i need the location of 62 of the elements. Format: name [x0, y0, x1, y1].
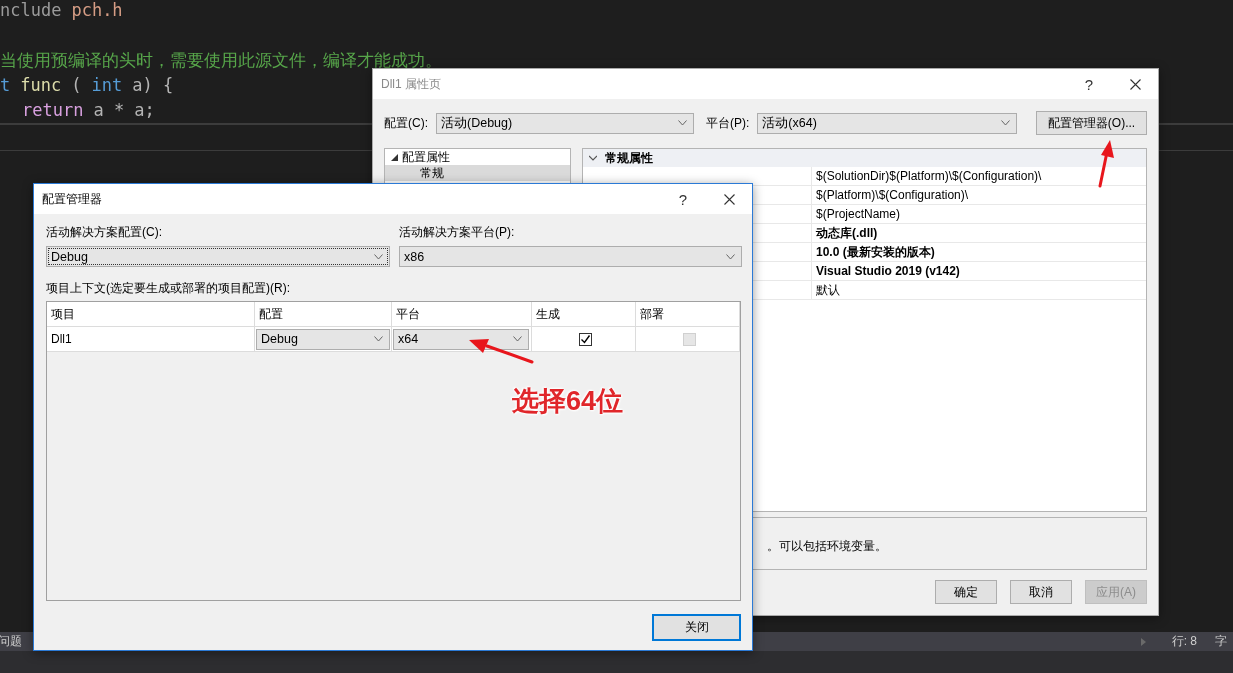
column-header: 配置 [255, 302, 392, 326]
code-token: t [0, 74, 11, 97]
property-value: Visual Studio 2019 (v142) [811, 262, 1146, 280]
column-header: 平台 [392, 302, 532, 326]
close-icon[interactable] [723, 193, 735, 205]
help-button[interactable]: ? [660, 190, 706, 208]
property-value: $(SolutionDir)$(Platform)\$(Configuration)\ [811, 167, 1146, 185]
code-token: int [91, 74, 123, 97]
solution-config-label: 活动解决方案配置(C): [46, 224, 163, 241]
solution-config-dropdown[interactable]: Debug [46, 246, 390, 267]
config-manager-button[interactable]: 配置管理器(O)... [1036, 111, 1147, 135]
chevron-icon [589, 154, 597, 162]
column-header: 部署 [636, 302, 740, 326]
solution-platform-dropdown[interactable]: x86 [399, 246, 742, 267]
table-cell: Dll1 [47, 327, 255, 351]
config-dropdown[interactable]: 活动(Debug) [436, 112, 694, 134]
tree-item[interactable]: 常规 [385, 165, 570, 181]
code-token: nclude [0, 0, 62, 22]
property-value: $(ProjectName) [811, 205, 1146, 223]
chevron-down-icon [374, 253, 383, 260]
arrow-icon [467, 336, 535, 366]
property-value: 动态库(.dll) [811, 224, 1146, 242]
chevron-down-icon [726, 253, 735, 260]
window-title: 配置管理器 [42, 190, 103, 208]
build-checkbox[interactable] [579, 332, 592, 346]
code-token: func [20, 74, 62, 97]
triangle-icon [1140, 637, 1146, 646]
chevron-down-icon [374, 336, 383, 342]
code-token: return [22, 99, 84, 122]
chevron-down-icon [1001, 120, 1011, 126]
config-label: 配置(C): [384, 114, 428, 132]
column-header: 项目 [47, 302, 255, 326]
code-token: ( [71, 74, 82, 97]
platform-dropdown[interactable]: 活动(x64) [757, 112, 1018, 134]
chevron-down-icon [678, 120, 687, 126]
config-dropdown[interactable]: Debug [256, 328, 390, 350]
tree-item[interactable]: 配置属性 [385, 149, 570, 165]
code-token: 当使用预编译的头时，需要使用此源文件，编译才能成功。 [0, 49, 442, 72]
line-number-text: 行: 8 [1171, 633, 1197, 650]
expand-icon [391, 153, 398, 161]
code-token: a * a; [93, 99, 155, 122]
platform-label: 平台(P): [706, 114, 750, 132]
close-icon[interactable] [1129, 78, 1141, 90]
chevron-down-icon [513, 336, 522, 342]
property-value: $(Platform)\$(Configuration)\ [811, 186, 1146, 204]
solution-platform-label: 活动解决方案平台(P): [399, 224, 516, 241]
annotation-text: 选择64位 [512, 385, 624, 418]
platform-dropdown[interactable]: x64 [393, 328, 529, 350]
context-label: 项目上下文(选定要生成或部署的项目配置)(R): [46, 280, 291, 297]
property-value: 默认 [811, 281, 1146, 299]
dialog-button[interactable]: 确定 [935, 580, 997, 604]
property-value: 10.0 (最新安装的版本) [811, 243, 1146, 261]
column-header: 生成 [532, 302, 636, 326]
close-dialog-button[interactable]: 关闭 [652, 614, 741, 641]
category-header[interactable]: 常规属性 [583, 149, 1146, 167]
window-title: Dll1 属性页 [381, 75, 442, 93]
code-token: a) { [132, 74, 174, 97]
column-text: 字 [1215, 633, 1227, 650]
help-button[interactable]: ? [1066, 75, 1112, 93]
dialog-button[interactable]: 取消 [1010, 580, 1072, 604]
description-text: 。可以包括环境变量。 [767, 538, 887, 555]
code-token: pch.h [71, 0, 123, 22]
